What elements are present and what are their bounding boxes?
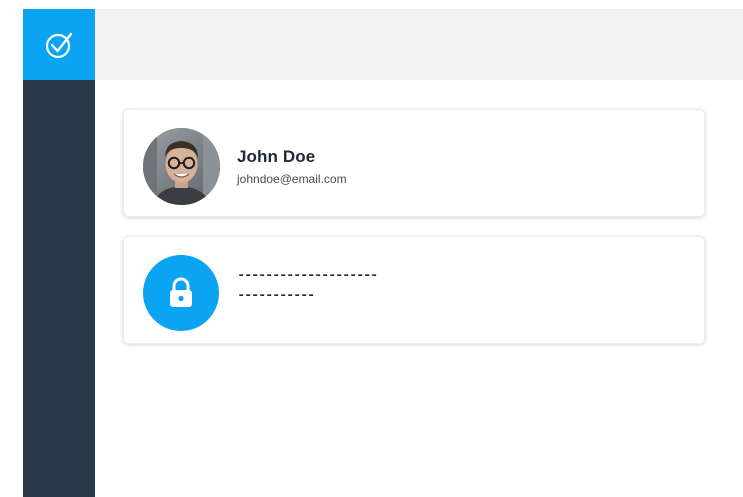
sidebar: [23, 9, 95, 497]
lock-badge: [143, 255, 219, 331]
password-mask-line-2: -----------: [237, 288, 315, 304]
user-name: John Doe: [237, 147, 316, 166]
check-circle-icon: [45, 32, 73, 58]
user-avatar: [143, 128, 220, 205]
profile-card[interactable]: John Doe johndoe@email.com: [123, 109, 705, 217]
lock-icon: [170, 277, 192, 307]
logo[interactable]: [23, 9, 95, 80]
top-bar: [95, 9, 743, 80]
password-card[interactable]: -------------------- -----------: [123, 236, 705, 344]
avatar-photo: [143, 128, 220, 205]
password-mask-line-1: --------------------: [237, 268, 378, 284]
user-email: johndoe@email.com: [237, 172, 347, 186]
app-window: John Doe johndoe@email.com -------------…: [0, 0, 743, 497]
